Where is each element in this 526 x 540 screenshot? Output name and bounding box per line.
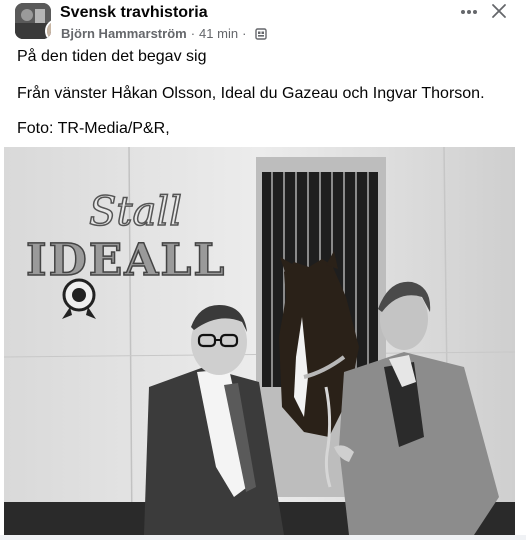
post-divider bbox=[0, 535, 526, 540]
post-text-line-3: Foto: TR-Media/P&R, bbox=[17, 120, 170, 137]
close-button[interactable] bbox=[487, 0, 511, 22]
post-meta: Björn Hammarström · 41 min · bbox=[61, 26, 268, 41]
author-name-link[interactable]: Björn Hammarström bbox=[61, 26, 187, 41]
more-options-button[interactable] bbox=[454, 3, 484, 21]
more-dots-icon bbox=[461, 10, 477, 14]
sign-block-text: IDEALL bbox=[26, 235, 226, 286]
post-header: Svensk travhistoria Björn Hammarström · … bbox=[0, 0, 526, 44]
close-icon bbox=[492, 4, 506, 18]
post-text-line-1: På den tiden det begav sig bbox=[17, 48, 207, 65]
group-name-link[interactable]: Svensk travhistoria bbox=[60, 4, 208, 22]
post-timestamp[interactable]: 41 min bbox=[199, 26, 238, 41]
group-privacy-icon bbox=[255, 27, 268, 40]
meta-separator-2: · bbox=[242, 26, 247, 41]
feed-post: Svensk travhistoria Björn Hammarström · … bbox=[0, 0, 526, 540]
group-avatar[interactable] bbox=[15, 3, 51, 39]
post-photo[interactable]: Stall IDEALL bbox=[4, 147, 515, 535]
sign-script-text: Stall bbox=[89, 189, 182, 235]
post-text-line-2: Från vänster Håkan Olsson, Ideal du Gaze… bbox=[17, 85, 485, 102]
meta-separator: · bbox=[190, 26, 196, 41]
